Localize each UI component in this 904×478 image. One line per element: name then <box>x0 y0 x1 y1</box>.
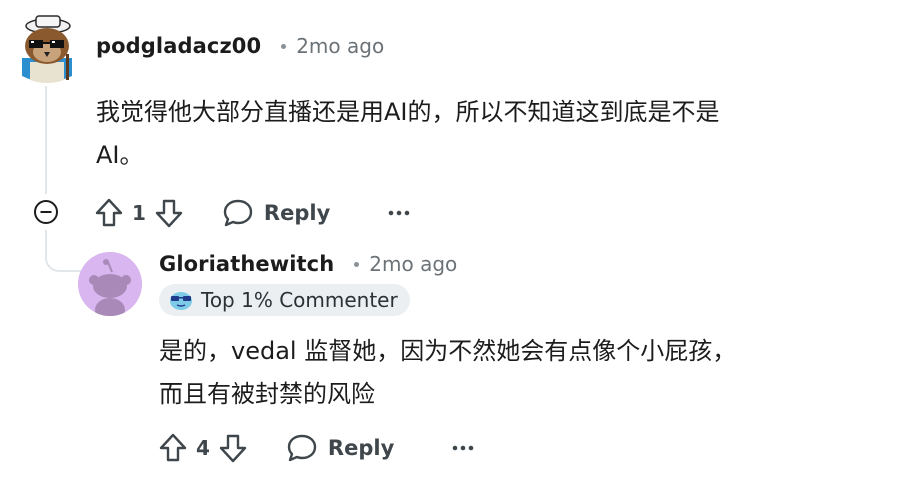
username-link[interactable]: Gloriathewitch <box>159 252 334 276</box>
comment-text-line: 而且有被封禁的风险 <box>159 380 375 408</box>
comment-body: 我觉得他大部分直播还是用AI的，所以不知道这到底是不是 AI。 <box>96 91 836 177</box>
avatar[interactable] <box>16 14 78 84</box>
reply-body: 是的，vedal 监督她，因为不然她会有点像个小屁孩， 而且有被封禁的风险 <box>159 330 839 416</box>
downvote-arrow-icon <box>219 434 247 463</box>
minus-circle-icon <box>34 200 58 224</box>
more-options-button[interactable] <box>452 428 474 468</box>
comment-thread: podgladacz00 2mo ago 我觉得他大部分直播还是用AI的，所以不… <box>0 0 904 478</box>
comment-header: podgladacz00 2mo ago <box>96 34 384 58</box>
avatar[interactable] <box>78 252 142 316</box>
timestamp[interactable]: 2mo ago <box>369 252 457 276</box>
reply-header: Gloriathewitch 2mo ago <box>159 252 457 276</box>
reply-button[interactable]: Reply <box>286 433 394 463</box>
flair-label: Top 1% Commenter <box>201 288 398 312</box>
user-flair-badge: Top 1% Commenter <box>159 284 410 316</box>
speech-bubble-icon <box>223 199 253 227</box>
separator-dot <box>281 43 287 49</box>
username-link[interactable]: podgladacz00 <box>96 34 261 58</box>
timestamp[interactable]: 2mo ago <box>296 34 384 58</box>
thread-reply-connector <box>45 230 81 272</box>
upvote-button[interactable] <box>92 193 126 233</box>
sunglasses-emoji-icon <box>170 292 192 310</box>
upvote-arrow-icon <box>95 198 123 227</box>
vote-count: 1 <box>132 201 146 225</box>
upvote-button[interactable] <box>156 428 190 468</box>
collapse-thread-button[interactable] <box>32 198 60 226</box>
owl-sunglasses-icon <box>22 15 72 83</box>
reply-label: Reply <box>327 436 395 460</box>
more-options-button[interactable] <box>388 193 410 233</box>
ellipsis-icon <box>388 210 410 216</box>
reply-label: Reply <box>263 201 331 225</box>
comment-text-line: 是的，vedal 监督她，因为不然她会有点像个小屁孩， <box>159 337 737 365</box>
snoo-icon <box>78 252 142 316</box>
reply-button[interactable]: Reply <box>222 198 330 228</box>
comment-text-line: AI。 <box>96 141 144 169</box>
vote-count: 4 <box>196 436 210 460</box>
comment-actions: 1 Reply <box>92 193 410 233</box>
reply-actions: 4 Reply <box>156 428 474 468</box>
downvote-arrow-icon <box>155 199 183 228</box>
ellipsis-icon <box>452 445 474 451</box>
comment-text-line: 我觉得他大部分直播还是用AI的，所以不知道这到底是不是 <box>96 98 720 126</box>
speech-bubble-icon <box>287 434 317 462</box>
separator-dot <box>354 261 360 267</box>
downvote-button[interactable] <box>216 428 250 468</box>
downvote-button[interactable] <box>152 193 186 233</box>
thread-line <box>45 86 47 194</box>
upvote-arrow-icon <box>159 433 187 462</box>
